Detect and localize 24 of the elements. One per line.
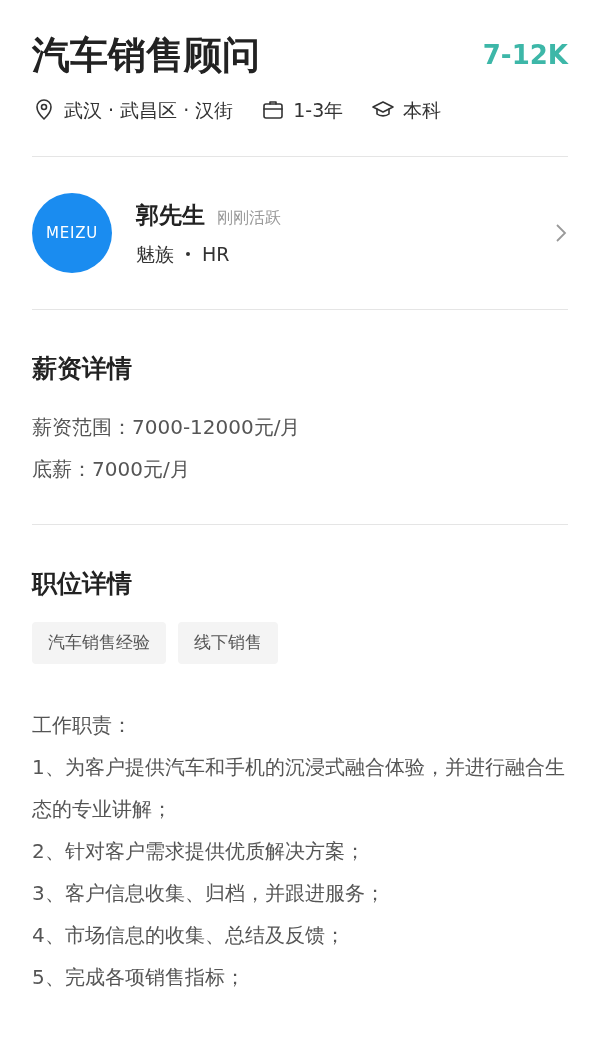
job-meta: 武汉 · 武昌区 · 汉街 [64,97,234,123]
salary-detail-line: 底薪：7000元/月 [32,455,191,483]
company-name: 魅族 [136,242,174,267]
skill-tag: 线下销售 [178,622,278,664]
description-line: 1、为客户提供汽车和手机的沉浸式融合体验，并进行融合生态的专业讲解； [32,753,566,823]
description-line: 2、针对客户需求提供优质解决方案； [32,837,366,865]
description-line: 4、市场信息的收集、总结及反馈； [32,921,346,949]
activity-status: 刚刚活跃 [217,206,281,229]
job-title: 汽车销售顾问 [32,32,260,79]
section-heading: 职位详情 [32,567,133,600]
job-meta: 本科 [403,97,442,123]
chevron-right-icon [554,222,568,244]
section-heading: 薪资详情 [32,353,133,385]
recruiter-role: HR [202,242,230,267]
skill-tag: 汽车销售经验 [32,622,166,664]
description-line: 工作职责： [32,711,133,739]
job-meta: 1-3年 [293,97,344,123]
salary-range: 7-12K [482,39,568,73]
description-line: 3、客户信息收集、归档，并跟进服务； [32,879,386,907]
recruiter-card[interactable]: MEIZU 郭先生 刚刚活跃 魅族 HR [32,157,568,309]
company-logo: MEIZU [32,193,112,273]
salary-detail-line: 薪资范围：7000-12000元/月 [32,413,302,441]
description-line: 5、完成各项销售指标； [32,963,246,991]
recruiter-name: 郭先生 [136,200,205,230]
